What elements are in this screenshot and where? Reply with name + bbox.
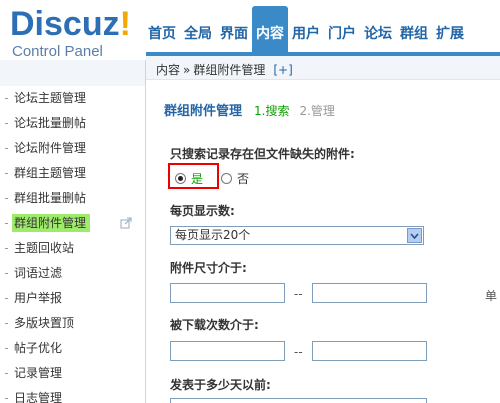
logo-brand: Discuz! <box>10 5 131 43</box>
sidebar-top <box>0 60 146 86</box>
perpage-label: 每页显示数: <box>170 204 235 218</box>
logo-subtitle: Control Panel <box>12 43 103 60</box>
size-range-dash: -- <box>294 287 303 301</box>
sidebar-item-forum-threads[interactable]: 论坛主题管理 <box>0 86 146 111</box>
step-search-link[interactable]: 1.搜索 <box>254 104 289 118</box>
sidebar-item-label: 记录管理 <box>14 366 63 380</box>
sidebar-item-logs[interactable]: 日志管理 <box>0 386 146 403</box>
radio-unselected-icon <box>221 173 232 184</box>
sidebar: 论坛主题管理 论坛批量删帖 论坛附件管理 群组主题管理 群组批量删帖 群组附件管… <box>0 60 146 403</box>
sidebar-item-group-prune[interactable]: 群组批量删帖 <box>0 186 146 211</box>
admin-control-panel: Discuz! Control Panel 首页 全局 界面 内容 用户 门户 … <box>0 0 500 403</box>
sidebar-item-label: 论坛批量删帖 <box>14 116 87 130</box>
radio-yes-label: 是 <box>191 172 204 186</box>
header: Discuz! Control Panel 首页 全局 界面 内容 用户 门户 … <box>0 0 500 60</box>
nav-global[interactable]: 全局 <box>180 10 216 56</box>
nav-forum[interactable]: 论坛 <box>360 10 396 56</box>
missing-no-radio[interactable]: 否 <box>221 170 249 187</box>
sidebar-item-label: 主题回收站 <box>14 241 75 255</box>
sidebar-item-multi-stick[interactable]: 多版块置顶 <box>0 311 146 336</box>
nav-style[interactable]: 界面 <box>216 10 252 56</box>
size-range-label: 附件尺寸介于: <box>170 261 247 275</box>
sidebar-item-label: 多版块置顶 <box>14 316 75 330</box>
dropdown-arrow-icon <box>407 228 422 243</box>
nav-portal[interactable]: 门户 <box>324 10 360 56</box>
sidebar-item-label: 帖子优化 <box>14 341 63 355</box>
perpage-select[interactable]: 每页显示20个 <box>170 226 424 245</box>
breadcrumb-bar: 内容» 群组附件管理 [+] <box>146 56 500 80</box>
breadcrumb: 内容» 群组附件管理 [+] <box>156 61 293 78</box>
nav-home[interactable]: 首页 <box>144 10 180 56</box>
sidebar-menu: 论坛主题管理 论坛批量删帖 论坛附件管理 群组主题管理 群组批量删帖 群组附件管… <box>0 86 146 403</box>
sidebar-item-records[interactable]: 记录管理 <box>0 361 146 386</box>
sidebar-item-label: 群组批量删帖 <box>14 191 87 205</box>
sidebar-item-group-threads[interactable]: 群组主题管理 <box>0 161 146 186</box>
sidebar-item-label: 论坛主题管理 <box>14 91 87 105</box>
breadcrumb-current: 群组附件管理 <box>193 63 266 77</box>
missing-yes-radio[interactable]: 是 <box>175 170 203 187</box>
size-unit-label: 单 <box>485 289 498 303</box>
page-header: 群组附件管理 1.搜索 2.管理 <box>164 100 335 119</box>
size-min-input[interactable] <box>170 283 285 303</box>
sidebar-item-label: 用户举报 <box>14 291 63 305</box>
sidebar-item-group-attachments[interactable]: 群组附件管理 <box>0 211 146 236</box>
downloads-min-input[interactable] <box>170 341 285 361</box>
perpage-value: 每页显示20个 <box>175 228 251 242</box>
sidebar-item-label: 群组附件管理 <box>12 214 91 232</box>
logo[interactable]: Discuz! Control Panel <box>8 4 140 60</box>
radio-selected-icon <box>175 173 186 184</box>
nav-group[interactable]: 群组 <box>396 10 432 56</box>
downloads-range-label: 被下载次数介于: <box>170 318 259 332</box>
step-manage-link[interactable]: 2.管理 <box>299 104 334 118</box>
breadcrumb-root[interactable]: 内容 <box>156 63 180 77</box>
days-ago-input[interactable] <box>170 398 427 403</box>
downloads-range-dash: -- <box>294 345 303 359</box>
open-new-window-icon[interactable] <box>120 217 132 229</box>
top-nav: 首页 全局 界面 内容 用户 门户 论坛 群组 扩展 <box>144 0 468 60</box>
add-shortcut-button[interactable]: [+] <box>273 63 292 77</box>
sidebar-item-forum-attachments[interactable]: 论坛附件管理 <box>0 136 146 161</box>
missing-file-label: 只搜索记录存在但文件缺失的附件: <box>170 147 355 161</box>
sidebar-item-forum-prune[interactable]: 论坛批量删帖 <box>0 111 146 136</box>
sidebar-item-reports[interactable]: 用户举报 <box>0 286 146 311</box>
sidebar-item-optimize[interactable]: 帖子优化 <box>0 336 146 361</box>
sidebar-item-label: 词语过滤 <box>14 266 63 280</box>
breadcrumb-separator: » <box>183 63 191 77</box>
page-title: 群组附件管理 <box>164 104 243 119</box>
sidebar-item-label: 群组主题管理 <box>14 166 87 180</box>
nav-plugin[interactable]: 扩展 <box>432 10 468 56</box>
size-max-input[interactable] <box>312 283 427 303</box>
nav-user[interactable]: 用户 <box>288 10 324 56</box>
sidebar-item-censor[interactable]: 词语过滤 <box>0 261 146 286</box>
downloads-max-input[interactable] <box>312 341 427 361</box>
radio-no-label: 否 <box>237 172 250 186</box>
days-ago-label: 发表于多少天以前: <box>170 378 271 392</box>
sidebar-item-label: 论坛附件管理 <box>14 141 87 155</box>
sidebar-item-label: 日志管理 <box>14 391 63 403</box>
sidebar-item-recyclebin[interactable]: 主题回收站 <box>0 236 146 261</box>
